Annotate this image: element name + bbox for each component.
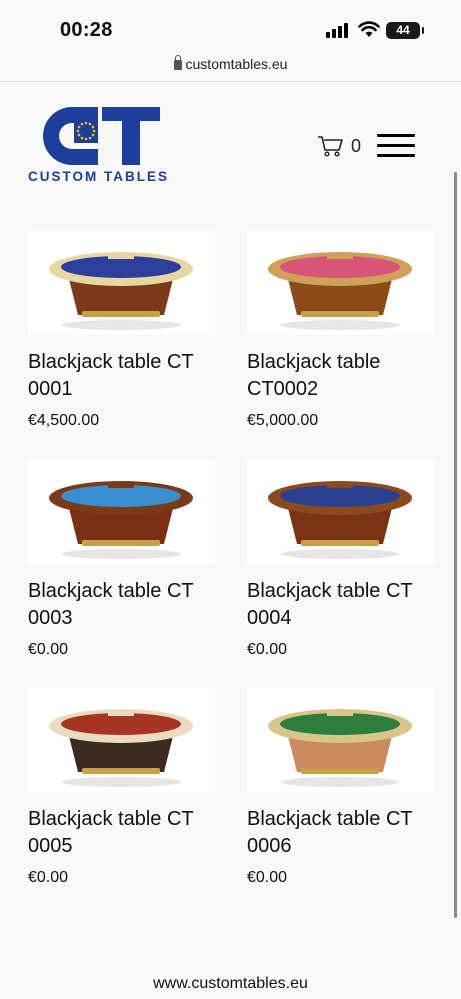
product-image[interactable] (28, 231, 215, 335)
url-text[interactable]: customtables.eu (186, 56, 288, 72)
product-title[interactable]: Blackjack table CT 0005 (28, 806, 215, 860)
product-image[interactable] (247, 460, 434, 564)
battery-icon: 44 (386, 22, 424, 39)
lock-icon (173, 55, 182, 70)
footer-url: www.customtables.eu (153, 975, 308, 992)
product-title[interactable]: Blackjack table CT 0006 (247, 806, 434, 860)
url-bar[interactable]: customtables.eu (0, 52, 461, 82)
logo-mark-icon (43, 107, 160, 165)
product-card[interactable]: Blackjack table CT 0006 €0.00 (247, 688, 434, 887)
product-title[interactable]: Blackjack table CT0002 (247, 349, 434, 403)
wifi-icon (358, 21, 380, 37)
cart-count: 0 (351, 135, 362, 156)
product-card[interactable]: Blackjack table CT 0005 €0.00 (28, 688, 215, 887)
product-image[interactable] (247, 231, 434, 335)
status-bar: 00:28 44 (0, 0, 461, 52)
product-title[interactable]: Blackjack table CT 0003 (28, 578, 215, 632)
product-title[interactable]: Blackjack table CT 0001 (28, 349, 215, 403)
product-price: €5,000.00 (247, 412, 319, 429)
product-title[interactable]: Blackjack table CT 0004 (247, 578, 434, 632)
site-logo[interactable]: CUSTOM TABLES (28, 105, 183, 185)
signal-icon (326, 22, 352, 38)
logo-text: CUSTOM TABLES (28, 169, 170, 184)
product-price: €0.00 (28, 641, 69, 658)
product-price: €0.00 (247, 869, 288, 886)
product-card[interactable]: Blackjack table CT0002 €5,000.00 (247, 231, 434, 430)
product-image[interactable] (28, 460, 215, 564)
hamburger-menu-icon[interactable] (377, 134, 415, 158)
product-price: €4,500.00 (28, 412, 100, 429)
product-card[interactable]: Blackjack table CT 0004 €0.00 (247, 460, 434, 659)
product-card[interactable]: Blackjack table CT 0003 €0.00 (28, 460, 215, 659)
product-image[interactable] (247, 688, 434, 792)
cart-icon (318, 136, 343, 157)
status-time: 00:28 (60, 19, 113, 41)
page-scrollbar[interactable] (454, 172, 457, 918)
cart-button[interactable]: 0 (317, 135, 361, 157)
product-price: €0.00 (247, 641, 288, 658)
product-card[interactable]: Blackjack table CT 0001 €4,500.00 (28, 231, 215, 430)
site-header: CUSTOM TABLES 0 (0, 83, 461, 203)
product-image[interactable] (28, 688, 215, 792)
product-price: €0.00 (28, 869, 69, 886)
